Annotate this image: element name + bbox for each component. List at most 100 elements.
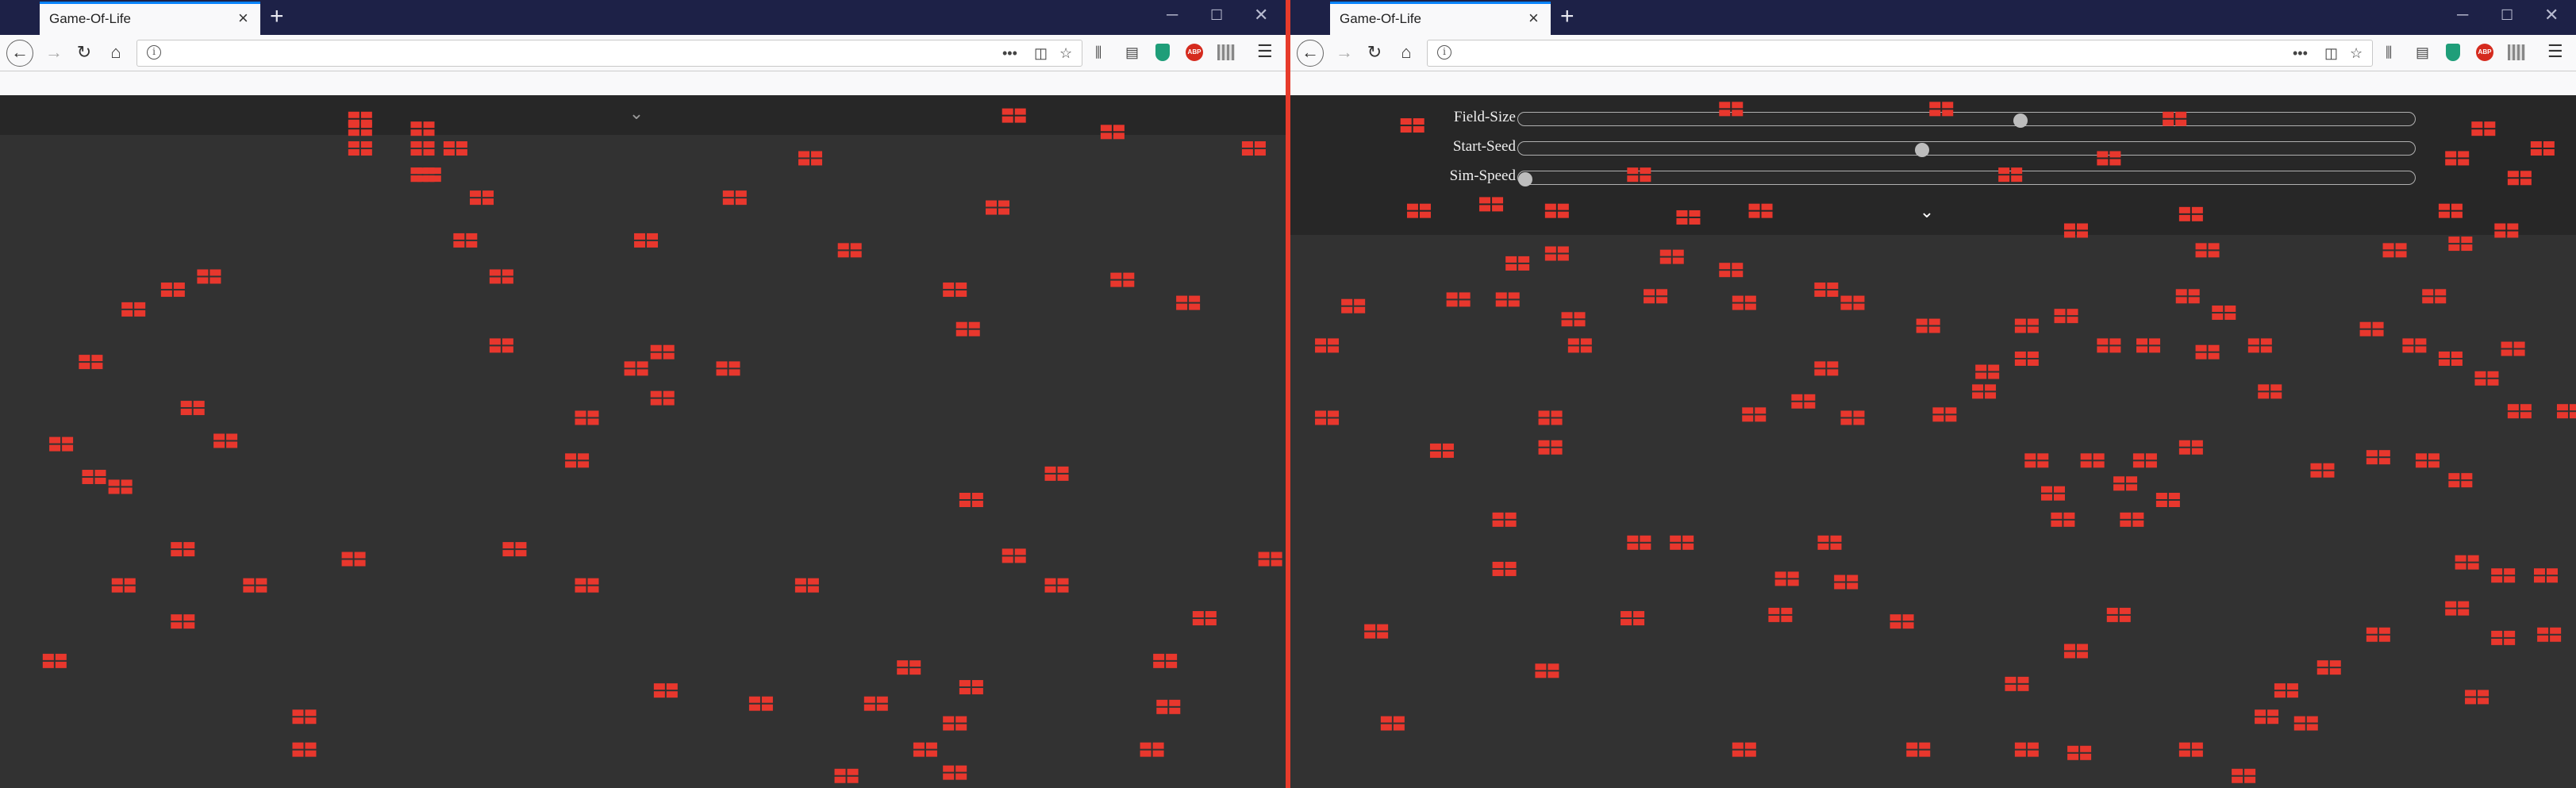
live-cell xyxy=(348,141,372,156)
live-cell xyxy=(2366,627,2390,642)
pocket-icon[interactable]: ◫ xyxy=(1034,44,1048,63)
privacy-shield-icon[interactable] xyxy=(2446,44,2460,61)
game-viewport: ⌄ xyxy=(0,95,1286,788)
live-cell xyxy=(1400,118,1424,133)
minimize-icon[interactable]: ─ xyxy=(1167,5,1178,25)
live-cell xyxy=(341,552,366,567)
adblock-icon[interactable]: ABP xyxy=(2476,44,2493,61)
forward-arrow-icon[interactable]: → xyxy=(1330,39,1359,67)
maximize-icon[interactable]: ☐ xyxy=(2501,5,2513,25)
live-cell xyxy=(42,653,67,668)
tab-close-icon[interactable]: × xyxy=(238,8,248,29)
more-actions-icon[interactable]: ••• xyxy=(1002,44,1017,63)
live-cell xyxy=(1153,653,1178,668)
hamburger-menu-icon[interactable]: ☰ xyxy=(2547,41,2563,62)
bookmark-star-icon[interactable]: ☆ xyxy=(1059,44,1072,63)
live-cell xyxy=(1538,410,1563,425)
live-cell xyxy=(1932,407,1957,422)
live-cell xyxy=(1002,548,1026,563)
library-icon[interactable]: ⫼ xyxy=(2386,43,2392,62)
live-cell xyxy=(1544,246,1569,261)
live-cell xyxy=(2178,206,2203,221)
live-cell xyxy=(160,283,185,298)
new-tab-icon[interactable]: + xyxy=(270,3,284,30)
reload-icon[interactable]: ↻ xyxy=(70,39,98,67)
close-window-icon[interactable]: ✕ xyxy=(2544,5,2559,25)
live-cell xyxy=(1544,203,1569,218)
bookmark-star-icon[interactable]: ☆ xyxy=(2350,44,2363,63)
home-icon[interactable]: ⌂ xyxy=(1392,39,1421,67)
reload-icon[interactable]: ↻ xyxy=(1360,39,1389,67)
live-cell xyxy=(634,233,659,248)
live-cell xyxy=(2382,243,2407,258)
live-cell xyxy=(2507,171,2532,186)
extension-icon[interactable] xyxy=(2508,44,2525,60)
title-bar: Game-Of-Life × + ─ ☐ ✕ xyxy=(1290,0,2576,35)
live-cell xyxy=(748,696,773,711)
live-cell xyxy=(79,355,103,370)
live-cell xyxy=(986,200,1009,215)
live-cell xyxy=(1627,167,1651,183)
live-cell xyxy=(180,401,205,416)
live-cell xyxy=(2448,236,2473,252)
info-icon[interactable]: i xyxy=(1437,45,1451,60)
extension-icon[interactable] xyxy=(1217,44,1235,60)
live-cell xyxy=(1659,249,1684,264)
more-actions-icon[interactable]: ••• xyxy=(2293,44,2308,63)
back-arrow-icon[interactable]: ← xyxy=(1297,40,1324,67)
live-cell xyxy=(2113,476,2138,491)
minimize-icon[interactable]: ─ xyxy=(2457,5,2468,25)
hamburger-menu-icon[interactable]: ☰ xyxy=(1257,41,1273,62)
live-cell xyxy=(82,470,106,485)
live-cell xyxy=(2507,404,2532,419)
live-cell xyxy=(943,765,967,780)
live-cell xyxy=(348,121,372,136)
tab-close-icon[interactable]: × xyxy=(1528,8,1539,29)
info-icon[interactable]: i xyxy=(147,45,161,60)
live-cell xyxy=(1644,289,1668,304)
tab-game-of-life[interactable]: Game-Of-Life × xyxy=(40,2,260,35)
close-window-icon[interactable]: ✕ xyxy=(1254,5,1268,25)
live-cell xyxy=(1670,535,1694,550)
live-cell xyxy=(1840,410,1865,425)
game-field[interactable] xyxy=(0,95,1286,788)
live-cell xyxy=(716,361,740,376)
live-cell xyxy=(959,493,983,507)
maximize-icon[interactable]: ☐ xyxy=(1210,5,1223,25)
live-cell xyxy=(2232,768,2256,783)
library-icon[interactable]: ⫼ xyxy=(1095,43,1102,62)
live-cell xyxy=(1341,298,1366,313)
live-cell xyxy=(1732,295,1756,310)
live-cell xyxy=(410,121,435,136)
forward-arrow-icon[interactable]: → xyxy=(40,39,68,67)
live-cell xyxy=(1429,443,1454,458)
live-cell xyxy=(1140,742,1164,757)
new-tab-icon[interactable]: + xyxy=(1560,3,1574,30)
game-field[interactable] xyxy=(1290,95,2576,788)
live-cell xyxy=(1192,611,1217,626)
live-cell xyxy=(2465,690,2489,705)
sidebar-icon[interactable]: ▤ xyxy=(1125,43,1139,62)
live-cell xyxy=(502,542,527,557)
url-bar[interactable]: i ••• ◫ ☆ xyxy=(136,40,1082,67)
live-cell xyxy=(171,614,195,629)
url-bar[interactable]: i ••• ◫ ☆ xyxy=(1427,40,2373,67)
privacy-shield-icon[interactable] xyxy=(1155,44,1170,61)
live-cell xyxy=(1742,407,1767,422)
live-cell xyxy=(1479,197,1504,212)
live-cell xyxy=(2359,321,2384,336)
live-cell xyxy=(722,190,747,206)
live-cell xyxy=(2063,644,2088,659)
live-cell xyxy=(108,479,133,494)
live-cell xyxy=(1732,742,1756,757)
live-cell xyxy=(1972,384,1997,399)
sidebar-icon[interactable]: ▤ xyxy=(2416,43,2429,62)
tab-game-of-life[interactable]: Game-Of-Life × xyxy=(1330,2,1551,35)
home-icon[interactable]: ⌂ xyxy=(102,39,130,67)
pocket-icon[interactable]: ◫ xyxy=(2324,44,2338,63)
back-arrow-icon[interactable]: ← xyxy=(6,40,33,67)
adblock-icon[interactable]: ABP xyxy=(1186,44,1203,61)
live-cell xyxy=(1176,295,1201,310)
game-viewport: Field-Size Start-Seed Sim-Speed ⌄ xyxy=(1290,95,2576,788)
live-cell xyxy=(943,716,967,731)
